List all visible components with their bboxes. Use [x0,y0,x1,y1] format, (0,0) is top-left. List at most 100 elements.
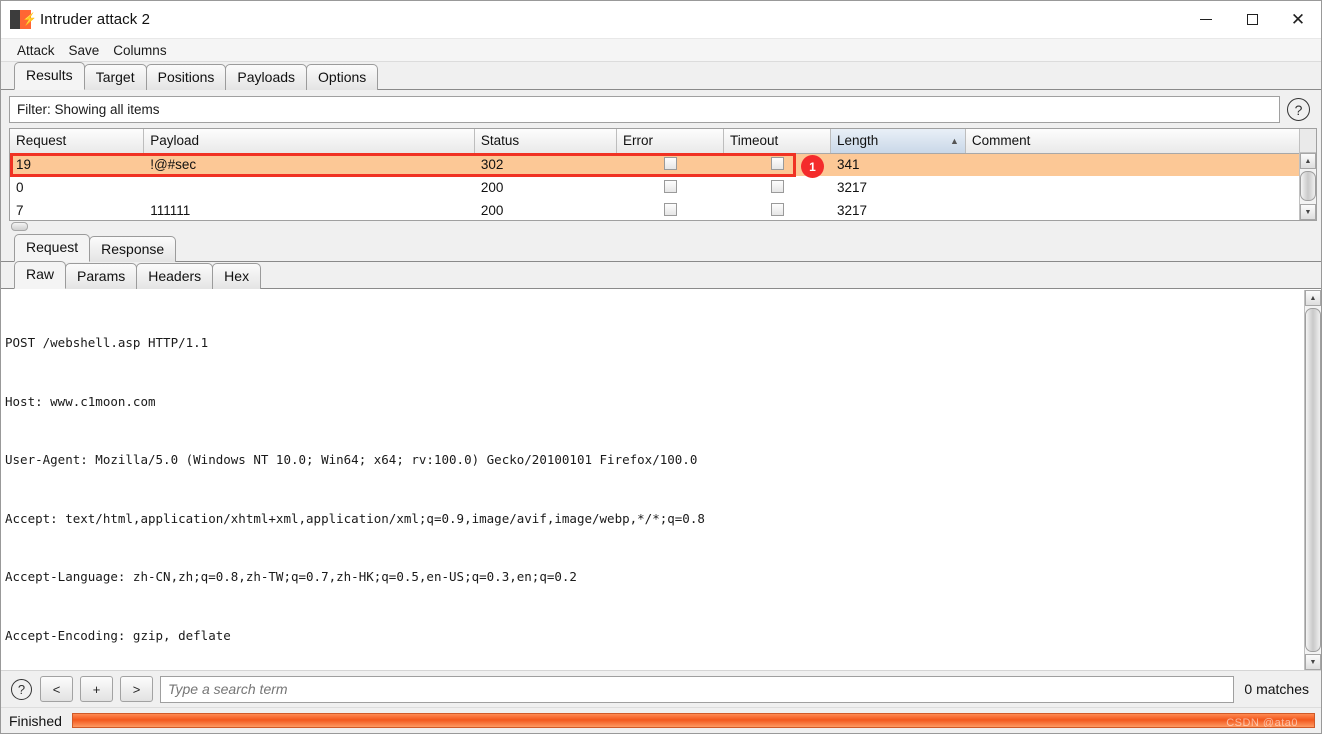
window-controls: ✕ [1183,1,1321,39]
watermark-text: CSDN @ata0 [1226,717,1298,728]
raw-line: Accept: text/html,application/xhtml+xml,… [5,510,705,526]
column-header-length-label: Length [836,132,879,148]
raw-request-viewer: POST /webshell.asp HTTP/1.1 Host: www.c1… [1,289,1321,670]
scroll-thumb [1300,171,1316,201]
scroll-thumb [1305,308,1321,652]
column-header-payload[interactable]: Payload [143,129,475,154]
tab-positions[interactable]: Positions [145,64,227,90]
cell-status: 200 [480,180,504,195]
match-count-label: 0 matches [1244,681,1309,697]
scroll-track[interactable] [1305,306,1321,654]
cell-payload: !@#sec [143,153,475,176]
cell-timeout [724,199,831,220]
tab-results[interactable]: Results [14,62,85,90]
timeout-checkbox[interactable] [770,202,784,216]
table-row[interactable]: 0 200 3217 [10,176,1299,199]
column-header-length[interactable]: Length ▲ [830,129,966,154]
scroll-up-button[interactable]: ▲ [1305,290,1321,306]
minimize-button[interactable] [1183,1,1229,39]
view-tab-strip: Raw Params Headers Hex [1,261,1321,289]
raw-vertical-scrollbar[interactable]: ▲ ▼ [1304,290,1321,670]
filter-text: Filter: Showing all items [17,102,160,117]
results-vertical-scrollbar[interactable]: ▲ ▼ [1299,129,1316,220]
cell-error [617,176,724,199]
status-bar: Finished CSDN @ata0 [1,707,1321,733]
attack-progress-bar: CSDN @ata0 [71,713,1315,728]
sort-ascending-icon: ▲ [949,135,959,146]
tab-request[interactable]: Request [14,234,91,262]
search-input[interactable] [160,675,1235,703]
tab-options[interactable]: Options [306,64,379,90]
search-help-icon[interactable]: ? [11,678,32,700]
results-horizontal-scrollbar[interactable] [9,221,1317,231]
tab-payloads[interactable]: Payloads [225,64,308,90]
cell-error [616,153,724,176]
search-bar: ? < + > 0 matches [1,670,1321,707]
results-table-container: Request Payload Status Error Timeout Len… [9,128,1317,221]
menu-bar: Attack Save Columns [1,39,1321,62]
scroll-down-button[interactable]: ▼ [1305,654,1321,670]
tab-headers[interactable]: Headers [136,263,214,289]
column-header-request[interactable]: Request [10,129,145,154]
menu-save[interactable]: Save [63,41,106,60]
cell-comment [965,199,1298,220]
raw-request-text[interactable]: POST /webshell.asp HTTP/1.1 Host: www.c1… [1,290,1304,670]
tab-hex[interactable]: Hex [212,263,262,289]
message-tab-strip: Request Response [1,234,1321,262]
close-icon: ✕ [1290,10,1306,29]
error-checkbox[interactable] [663,156,677,170]
table-row[interactable]: 19 !@#sec 302 341 [10,153,1299,176]
main-tab-strip: Results Target Positions Payloads Option… [1,62,1321,90]
cell-comment [965,176,1298,199]
scroll-track[interactable] [1300,169,1316,204]
raw-line: Accept-Encoding: gzip, deflate [5,627,231,643]
menu-attack[interactable]: Attack [11,41,61,60]
scroll-up-button[interactable]: ▲ [1300,153,1316,169]
timeout-checkbox[interactable] [770,156,784,170]
scrollbar-corner [1300,129,1316,153]
raw-line: POST /webshell.asp HTTP/1.1 [5,335,209,350]
tab-raw[interactable]: Raw [14,261,67,289]
table-header-row: Request Payload Status Error Timeout Len… [10,129,1299,154]
attack-status-label: Finished [9,712,62,729]
maximize-button[interactable] [1229,1,1275,39]
title-bar: ⚡ Intruder attack 2 ✕ [1,1,1321,39]
cell-length: 341 [830,153,966,176]
column-header-comment[interactable]: Comment [965,129,1299,154]
column-header-timeout[interactable]: Timeout [723,129,831,154]
cell-timeout [724,176,831,199]
search-prev-button[interactable]: < [40,676,73,702]
menu-columns[interactable]: Columns [107,41,172,60]
tab-params[interactable]: Params [65,263,138,289]
results-table: Request Payload Status Error Timeout Len… [10,129,1299,220]
cell-request: 0 [16,180,24,195]
burp-suite-icon: ⚡ [10,9,37,30]
search-add-button[interactable]: + [80,676,113,702]
cell-length: 3217 [836,180,868,195]
table-row[interactable]: 7 111111 200 3217 [10,199,1299,220]
results-table-viewport: Request Payload Status Error Timeout Len… [10,129,1299,220]
filter-row: Filter: Showing all items ? [1,90,1321,128]
column-header-status[interactable]: Status [474,129,618,154]
search-next-button[interactable]: > [120,676,153,702]
cell-payload [144,176,475,199]
close-button[interactable]: ✕ [1275,1,1321,39]
raw-line: User-Agent: Mozilla/5.0 (Windows NT 10.0… [5,452,698,467]
tab-target[interactable]: Target [83,64,147,90]
cell-error [617,199,724,220]
error-checkbox[interactable] [663,202,677,216]
tab-response[interactable]: Response [89,236,177,262]
filter-help-icon[interactable]: ? [1287,98,1310,121]
window-title: Intruder attack 2 [40,11,151,28]
column-header-error[interactable]: Error [616,129,725,154]
cell-comment [965,153,1299,176]
cell-length: 3217 [836,203,868,218]
cell-request: 19 [10,153,144,176]
scroll-down-button[interactable]: ▼ [1300,204,1316,220]
annotation-badge-1: 1 [801,155,824,178]
hscroll-thumb[interactable] [11,221,28,231]
timeout-checkbox[interactable] [770,179,784,193]
raw-line: Host: www.c1moon.com [5,393,156,409]
filter-bar[interactable]: Filter: Showing all items [9,96,1280,123]
error-checkbox[interactable] [663,179,677,193]
